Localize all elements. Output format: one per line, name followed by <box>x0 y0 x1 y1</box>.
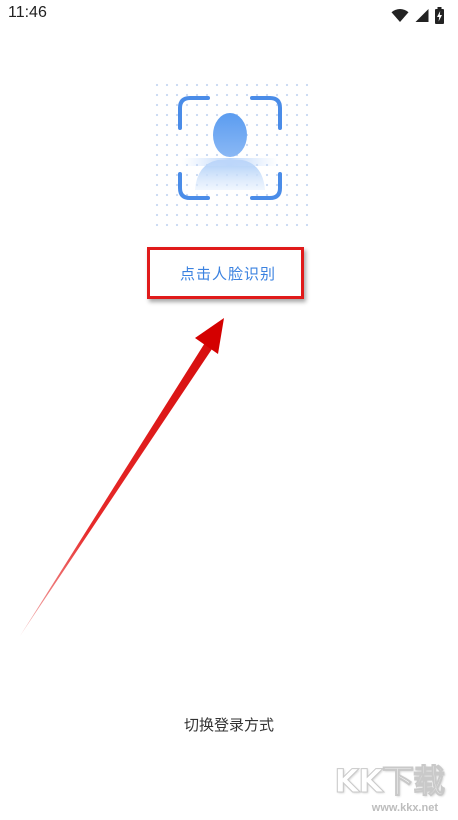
status-icons <box>391 6 444 24</box>
watermark: KK下载 www.kkx.net <box>328 756 448 816</box>
face-recognition-label[interactable]: 点击人脸识别 <box>150 250 306 296</box>
annotation-arrow-shaft <box>20 338 216 636</box>
watermark-logo: KK下载 <box>334 762 446 801</box>
face-scan-icon <box>152 80 308 228</box>
watermark-url: www.kkx.net <box>371 802 438 814</box>
switch-login-method-link[interactable]: 切换登录方式 <box>0 714 458 735</box>
status-bar: 11:46 <box>0 0 458 30</box>
status-time: 11:46 <box>8 4 47 21</box>
annotation-arrow-head <box>195 318 224 354</box>
battery-icon <box>435 6 444 24</box>
wifi-icon <box>391 8 409 22</box>
signal-icon <box>415 8 429 22</box>
face-recognition-button[interactable] <box>152 80 308 228</box>
